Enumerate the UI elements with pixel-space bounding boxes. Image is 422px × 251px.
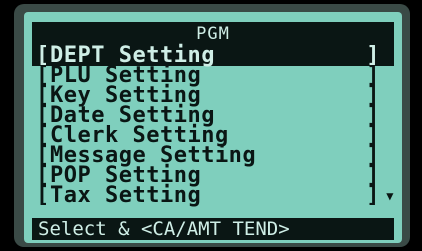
menu-item-tax-setting[interactable]: [ Tax Setting ] ▼ — [32, 183, 394, 208]
program-menu: [ DEPT Setting ] [ PLU Setting ] [ Key S… — [32, 45, 394, 208]
triangle-down-icon: ▼ — [386, 189, 394, 203]
lcd-screen: PGM [ DEPT Setting ] [ PLU Setting ] [ K… — [24, 12, 402, 243]
status-prompt: Select & <CA/AMT TEND> — [32, 218, 394, 240]
menu-item-label: Tax Setting — [50, 183, 202, 208]
menu-item-open-bracket: [ — [36, 183, 50, 208]
menu-item-close-bracket: ] — [366, 183, 380, 208]
pos-device: PGM [ DEPT Setting ] [ PLU Setting ] [ K… — [0, 0, 422, 251]
